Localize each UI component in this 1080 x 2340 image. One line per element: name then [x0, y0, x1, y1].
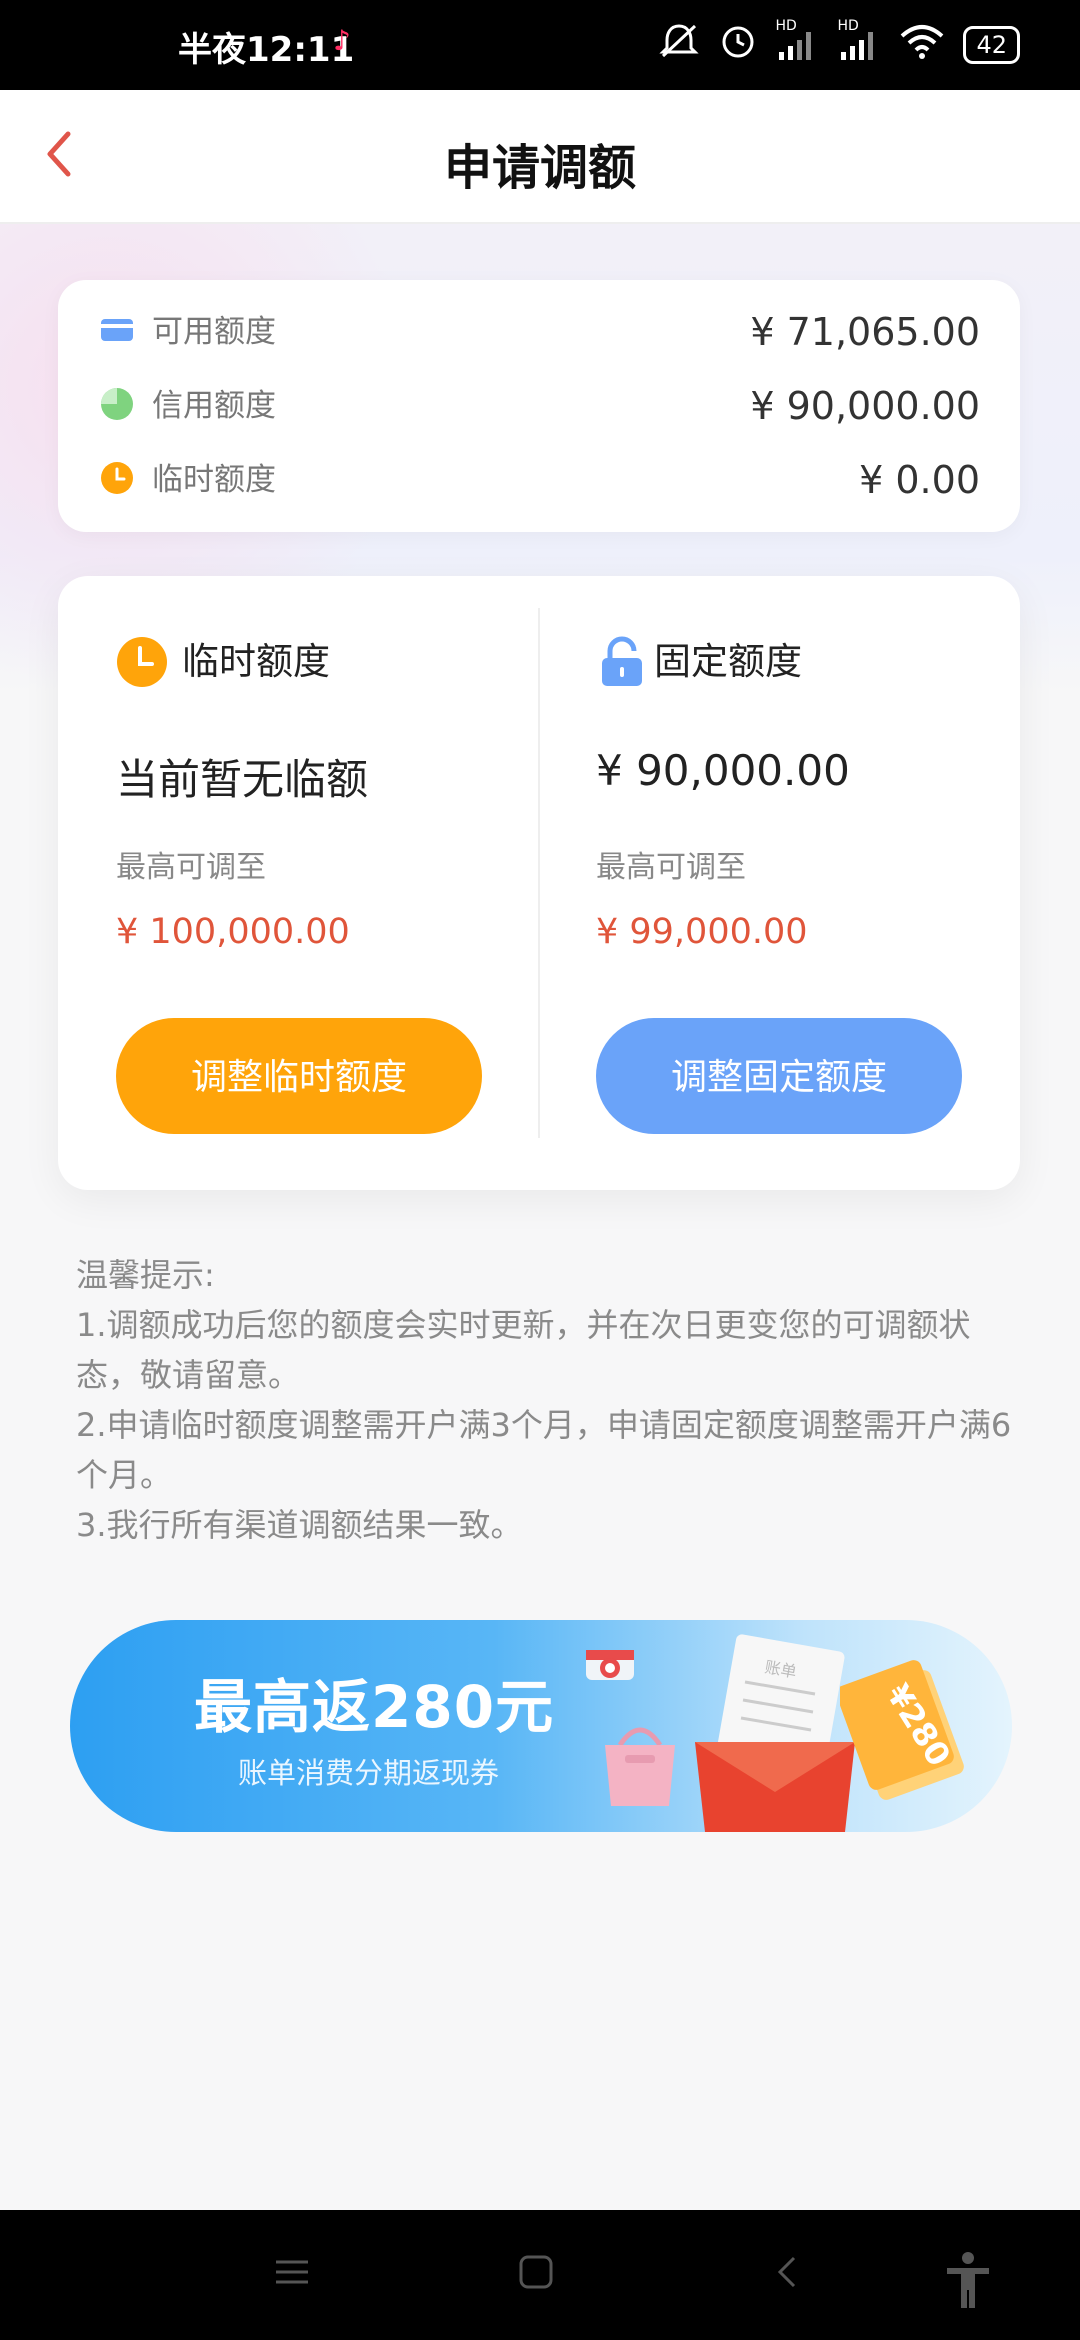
tiktok-icon: ♪ — [333, 24, 351, 57]
limit-summary-card: 可用额度 ¥ 71,065.00 信用额度 ¥ 90,000.00 临时额度 ¥… — [58, 280, 1020, 532]
clock-icon — [116, 636, 168, 688]
fixed-limit-title: 固定额度 — [654, 640, 802, 683]
adjust-fixed-limit-button[interactable]: 调整固定额度 — [596, 1018, 962, 1134]
status-icons: HD HD 42 — [657, 18, 1020, 68]
clock-icon — [100, 461, 134, 495]
signal-icon-2: HD — [837, 18, 881, 66]
temp-limit-current: 当前暂无临额 — [116, 755, 369, 804]
alarm-icon — [719, 22, 757, 68]
summary-row-available: 可用额度 ¥ 71,065.00 — [100, 304, 980, 360]
camera-icon — [582, 1638, 642, 1690]
fixed-limit-current: ¥ 90,000.00 — [596, 746, 850, 795]
tips-line: 1.调额成功后您的额度会实时更新，并在次日更变您的可调额状态，敬请留意。 — [76, 1306, 971, 1394]
promo-banner[interactable]: 最高返280元 账单消费分期返现券 账单 ¥280 — [70, 1620, 1012, 1832]
system-nav-bar — [0, 2210, 1080, 2340]
fixed-limit-section: 固定额度 ¥ 90,000.00 最高可调至 ¥ 99,000.00 调整固定额… — [540, 576, 1020, 1190]
tips-line: 2.申请临时额度调整需开户满3个月，申请固定额度调整需开户满6个月。 — [76, 1406, 1012, 1494]
tips-line: 3.我行所有渠道调额结果一致。 — [76, 1506, 523, 1544]
tips-heading: 温馨提示: — [76, 1256, 215, 1294]
back-nav-icon[interactable] — [760, 2250, 816, 2306]
summary-value: ¥ 71,065.00 — [750, 310, 980, 354]
temp-limit-title: 临时额度 — [182, 640, 330, 683]
tips-section: 温馨提示: 1.调额成功后您的额度会实时更新，并在次日更变您的可调额状态，敬请留… — [76, 1250, 1016, 1550]
temp-limit-max-label: 最高可调至 — [116, 850, 266, 885]
accessibility-icon[interactable] — [940, 2250, 996, 2308]
banner-subtitle: 账单消费分期返现券 — [238, 1756, 500, 1790]
status-bar: 半夜12:11 ♪ HD HD 42 — [0, 0, 1080, 90]
banner-title: 最高返280元 — [194, 1673, 555, 1741]
temp-limit-section: 临时额度 当前暂无临额 最高可调至 ¥ 100,000.00 调整临时额度 — [58, 576, 538, 1190]
summary-value: ¥ 90,000.00 — [750, 384, 980, 428]
limit-adjust-card: 临时额度 当前暂无临额 最高可调至 ¥ 100,000.00 调整临时额度 固定… — [58, 576, 1020, 1190]
top-nav-bar: 申请调额 — [0, 90, 1080, 224]
fixed-limit-max-label: 最高可调至 — [596, 850, 746, 885]
hd-label-2: HD — [837, 18, 859, 34]
summary-label: 可用额度 — [152, 314, 276, 350]
temp-limit-max-value: ¥ 100,000.00 — [116, 912, 350, 952]
summary-row-credit: 信用额度 ¥ 90,000.00 — [100, 378, 980, 434]
pie-icon — [100, 387, 134, 421]
battery-indicator: 42 — [963, 26, 1020, 64]
signal-icon: HD — [775, 18, 819, 66]
menu-icon[interactable] — [264, 2250, 320, 2306]
summary-value: ¥ 0.00 — [859, 458, 980, 502]
coupon-icon: ¥280 — [836, 1660, 970, 1804]
wifi-icon — [899, 22, 945, 68]
adjust-temp-limit-button[interactable]: 调整临时额度 — [116, 1018, 482, 1134]
card-icon — [100, 313, 134, 347]
home-icon[interactable] — [508, 2250, 564, 2306]
summary-label: 信用额度 — [152, 388, 276, 424]
lock-icon — [596, 636, 648, 688]
status-time: 半夜12:11 — [178, 30, 355, 70]
summary-row-temporary: 临时额度 ¥ 0.00 — [100, 452, 980, 508]
page-title: 申请调额 — [443, 140, 636, 196]
fixed-limit-max-value: ¥ 99,000.00 — [596, 912, 808, 952]
summary-label: 临时额度 — [152, 462, 276, 498]
mute-icon — [657, 22, 701, 68]
handbag-icon — [595, 1710, 685, 1814]
hd-label: HD — [775, 18, 797, 34]
